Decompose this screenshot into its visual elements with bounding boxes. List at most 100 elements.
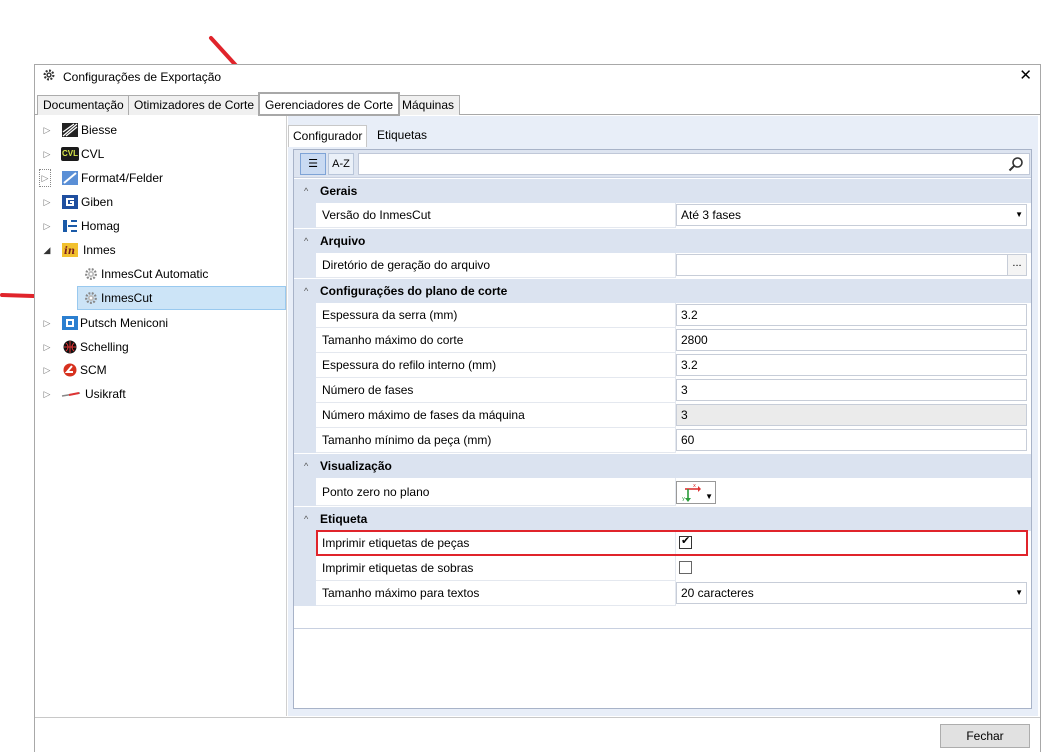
tree-item-label: CVL [81, 147, 105, 161]
row-numero-fases: Número de fases 3 [294, 378, 1031, 403]
dropdown-arrow-icon[interactable]: ▼ [1015, 205, 1023, 225]
expand-arrow-icon[interactable]: ▷ [41, 191, 53, 213]
tree-item-format4[interactable]: ▷ Format4/Felder [35, 167, 285, 189]
tamanho-max-textos-dropdown[interactable]: 20 caracteres ▼ [676, 582, 1027, 604]
expand-arrow-icon[interactable]: ▷ [41, 383, 53, 405]
numero-fases-field[interactable]: 3 [676, 379, 1027, 401]
property-name: Diretório de geração do arquivo [316, 253, 676, 278]
expand-arrow-icon[interactable]: ▷ [41, 359, 53, 381]
category-plano-corte[interactable]: ^ Configurações do plano de corte [294, 279, 1031, 303]
row-gutter [294, 403, 316, 428]
collapse-caret-icon[interactable]: ^ [304, 179, 308, 203]
svg-text:x: x [693, 483, 696, 489]
row-tamanho-max-corte: Tamanho máximo do corte 2800 [294, 328, 1031, 353]
tab-otimizadores[interactable]: Otimizadores de Corte [128, 95, 261, 115]
tab-etiquetas[interactable]: Etiquetas [373, 125, 431, 147]
category-visualizacao[interactable]: ^ Visualização [294, 454, 1031, 478]
tree-item-usikraft[interactable]: ▷ Usikraft [35, 383, 285, 405]
collapse-caret-icon[interactable]: ^ [304, 279, 308, 303]
row-numero-max-fases: Número máximo de fases da máquina 3 [294, 403, 1031, 428]
dropdown-value: 20 caracteres [681, 586, 754, 600]
row-gutter [294, 253, 316, 278]
expand-arrow-icon[interactable]: ▷ [41, 336, 53, 358]
category-arquivo[interactable]: ^ Arquivo [294, 229, 1031, 253]
expand-arrow-icon[interactable]: ▷ [41, 143, 53, 165]
row-gutter [294, 203, 316, 228]
tab-gerenciadores[interactable]: Gerenciadores de Corte [258, 92, 401, 116]
row-gutter [294, 556, 316, 581]
fechar-button[interactable]: Fechar [940, 724, 1030, 748]
tree-item-label: Biesse [81, 123, 118, 137]
espessura-refilo-field[interactable]: 3.2 [676, 354, 1027, 376]
svg-text:y: y [682, 496, 685, 502]
tree-item-label: Inmes [83, 243, 116, 257]
bottom-bar: Fechar [35, 717, 1040, 752]
tab-documentacao[interactable]: Documentação [37, 95, 130, 115]
property-grid: ☰ A-Z ^ Gerais Versão do InmesCut Até 3 … [293, 149, 1032, 709]
sub-tab-strip: Configurador Etiquetas [288, 120, 1038, 147]
tree-item-label: SCM [80, 363, 107, 377]
tree-item-label: InmesCut Automatic [101, 267, 209, 281]
expand-arrow-icon[interactable]: ▷ [41, 312, 53, 334]
categorized-icon: ☰ [308, 158, 318, 170]
versao-dropdown[interactable]: Até 3 fases ▼ [676, 204, 1027, 226]
tab-maquinas[interactable]: Máquinas [396, 95, 461, 115]
highlight-box [316, 530, 1028, 556]
tamanho-min-peca-field[interactable]: 60 [676, 429, 1027, 451]
row-ponto-zero: Ponto zero no plano x y ▼ [294, 478, 1031, 506]
browse-button[interactable]: ... [1007, 255, 1026, 275]
row-espessura-refilo: Espessura do refilo interno (mm) 3.2 [294, 353, 1031, 378]
row-gutter [294, 378, 316, 403]
tree-item-scm[interactable]: ▷ SCM [35, 359, 285, 381]
tree-item-inmes[interactable]: ◢ in Inmes [35, 239, 285, 261]
scm-logo-icon [63, 363, 77, 377]
gear-icon [85, 292, 97, 304]
tree-item-cvl[interactable]: ▷ CVL CVL [35, 143, 285, 165]
tree-item-schelling[interactable]: ▷ Schelling [35, 336, 285, 358]
expand-arrow-icon[interactable]: ▷ [41, 119, 53, 141]
search-input[interactable] [358, 153, 1030, 175]
manufacturer-tree: ▷ Biesse ▷ CVL CVL ▷ Format4/Felder ▷ Gi… [35, 116, 287, 716]
tree-item-biesse[interactable]: ▷ Biesse [35, 119, 285, 141]
tree-item-label: Giben [81, 195, 114, 209]
imprimir-sobras-checkbox[interactable] [679, 561, 692, 574]
alphabetical-view-button[interactable]: A-Z [328, 153, 354, 175]
categorized-view-button[interactable]: ☰ [300, 153, 326, 175]
biesse-logo-icon [62, 123, 78, 137]
property-grid-toolbar: ☰ A-Z [294, 150, 1031, 178]
expand-arrow-icon[interactable]: ▷ [41, 215, 53, 237]
tree-item-label: Putsch Meniconi [80, 316, 169, 330]
putsch-logo-icon [62, 316, 78, 330]
dropdown-arrow-icon[interactable]: ▼ [705, 487, 713, 507]
espessura-serra-field[interactable]: 3.2 [676, 304, 1027, 326]
expand-arrow-icon[interactable]: ▷ [39, 169, 51, 187]
tree-item-label: Schelling [80, 340, 129, 354]
collapse-arrow-icon[interactable]: ◢ [41, 239, 53, 261]
search-icon [1008, 157, 1023, 172]
ponto-zero-picker[interactable]: x y ▼ [676, 479, 1027, 504]
tab-configurador[interactable]: Configurador [288, 125, 368, 147]
collapse-caret-icon[interactable]: ^ [304, 507, 308, 531]
close-icon[interactable]: ✕ [1019, 67, 1032, 85]
category-label: Etiqueta [320, 512, 368, 526]
diretorio-field[interactable]: ... [676, 254, 1027, 276]
tree-item-label: Homag [81, 219, 120, 233]
tree-item-putsch[interactable]: ▷ Putsch Meniconi [35, 312, 285, 334]
collapse-caret-icon[interactable]: ^ [304, 454, 308, 478]
tree-item-homag[interactable]: ▷ Homag [35, 215, 285, 237]
property-name: Espessura da serra (mm) [316, 303, 676, 328]
collapse-caret-icon[interactable]: ^ [304, 229, 308, 253]
tree-item-label: InmesCut [101, 291, 153, 305]
property-name: Número de fases [316, 378, 676, 403]
tamanho-max-corte-field[interactable]: 2800 [676, 329, 1027, 351]
row-gutter [294, 353, 316, 378]
axis-origin-dropdown[interactable]: x y ▼ [676, 481, 716, 504]
category-gerais[interactable]: ^ Gerais [294, 179, 1031, 203]
tree-item-inmescut[interactable]: InmesCut [77, 286, 286, 310]
tree-item-inmescut-automatic[interactable]: InmesCut Automatic [79, 263, 285, 285]
category-etiqueta[interactable]: ^ Etiqueta [294, 507, 1031, 531]
export-settings-window: Configurações de Exportação ✕ Documentaç… [34, 64, 1041, 752]
dropdown-arrow-icon[interactable]: ▼ [1015, 583, 1023, 603]
tree-item-giben[interactable]: ▷ Giben [35, 191, 285, 213]
row-gutter [294, 428, 316, 453]
